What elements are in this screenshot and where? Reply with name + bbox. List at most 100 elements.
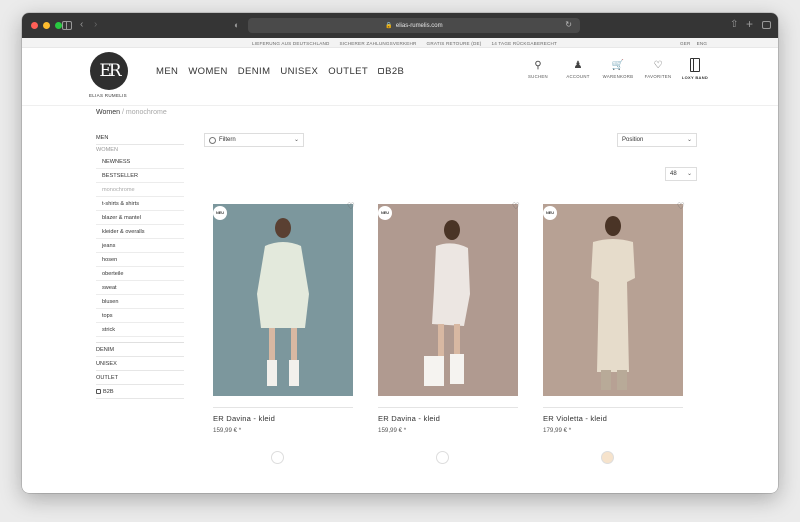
cat-newness[interactable]: NEWNESS	[96, 155, 184, 169]
cat-monochrome[interactable]: monochrome	[96, 183, 184, 197]
cat-outlet[interactable]: OUTLET	[96, 371, 184, 385]
model-photo	[543, 204, 683, 396]
cat-men[interactable]: MEN	[96, 131, 184, 145]
bag-icon	[96, 389, 101, 394]
product-image[interactable]: NEU	[378, 204, 518, 396]
color-swatch[interactable]	[271, 451, 284, 464]
sort-value: Position	[622, 137, 644, 143]
nav-b2b-label: B2B	[385, 66, 405, 77]
model-boot	[601, 370, 611, 390]
address-bar[interactable]: 🔒 elias-rumelis.com ↻	[248, 18, 580, 33]
product-name[interactable]: ER Violetta - kleid	[543, 414, 683, 423]
product-name[interactable]: ER Davina - kleid	[378, 414, 518, 423]
minimize-window-button[interactable]	[43, 22, 50, 29]
divider	[213, 407, 353, 408]
cat-jeans[interactable]: jeans	[96, 239, 184, 253]
loxy-label: LOXY BAND	[681, 75, 709, 80]
forward-icon[interactable]: ›	[94, 19, 97, 31]
close-window-button[interactable]	[31, 22, 38, 29]
search-button[interactable]: ⚲ SUCHEN	[518, 60, 558, 79]
product-image[interactable]: NEU	[543, 204, 683, 396]
model-photo	[213, 204, 353, 396]
divider	[543, 407, 683, 408]
nav-outlet[interactable]: OUTLET	[328, 66, 368, 77]
back-icon[interactable]: ‹	[80, 19, 83, 31]
cat-oberteile[interactable]: oberteile	[96, 267, 184, 281]
chevron-down-icon: ⌄	[686, 171, 692, 177]
brand-logo[interactable]: ER	[90, 52, 128, 90]
nav-denim[interactable]: DENIM	[238, 66, 271, 77]
account-label: ACCOUNT	[566, 74, 590, 79]
window-controls	[31, 22, 62, 29]
cat-bestseller[interactable]: BESTSELLER	[96, 169, 184, 183]
usp-delivery: LIEFERUNG AUS DEUTSCHLAND	[252, 40, 330, 46]
breadcrumb: Women / monochrome	[96, 109, 167, 116]
tab-overview-icon[interactable]	[762, 21, 771, 29]
account-button[interactable]: ♟ ACCOUNT	[558, 60, 598, 79]
breadcrumb-separator: /	[121, 109, 124, 116]
model-boot	[289, 360, 299, 386]
cat-b2b[interactable]: B2B	[96, 385, 184, 399]
cat-blusen[interactable]: blusen	[96, 295, 184, 309]
share-icon[interactable]: ⇧	[730, 19, 738, 31]
cat-kleider-overalls[interactable]: kleider & overalls	[96, 225, 184, 239]
wishlist-heart-icon[interactable]: ♡	[347, 201, 355, 212]
cat-hosen[interactable]: hosen	[96, 253, 184, 267]
filter-icon	[209, 136, 216, 144]
wishlist-heart-icon[interactable]: ♡	[512, 201, 520, 212]
color-swatch[interactable]	[601, 451, 614, 464]
search-label: SUCHEN	[528, 74, 548, 79]
wishlist-heart-icon[interactable]: ♡	[677, 201, 685, 212]
cat-denim[interactable]: DENIM	[96, 343, 184, 357]
new-tab-icon[interactable]: +	[746, 18, 753, 30]
cart-button[interactable]: 🛒 WARENKORB	[598, 60, 638, 79]
sidebar-toggle-icon[interactable]	[62, 21, 72, 30]
sort-select[interactable]: Position ⌄	[617, 133, 697, 147]
cart-label: WARENKORB	[602, 74, 634, 79]
cat-women[interactable]: WOMEN	[96, 145, 184, 155]
per-page-select[interactable]: 48 ⌄	[665, 167, 697, 181]
nav-men[interactable]: MEN	[156, 66, 178, 77]
cat-tshirts-shirts[interactable]: t-shirts & shirts	[96, 197, 184, 211]
product-name[interactable]: ER Davina - kleid	[213, 414, 353, 423]
cat-unisex[interactable]: UNISEX	[96, 357, 184, 371]
product-card[interactable]: NEU ♡ ER Davina - kleid 159,99 € *	[213, 201, 355, 464]
favorites-button[interactable]: ♡ FAVORITEN	[638, 60, 678, 79]
search-icon: ⚲	[534, 60, 542, 71]
product-image[interactable]: NEU	[213, 204, 353, 396]
product-card[interactable]: NEU ♡ ER Davina - kleid 159,99 € *	[378, 201, 520, 464]
model-head	[444, 220, 460, 240]
url-text: elias-rumelis.com	[395, 22, 443, 29]
lang-eng[interactable]: ENG	[697, 41, 708, 46]
nav-unisex[interactable]: UNISEX	[280, 66, 318, 77]
maximize-window-button[interactable]	[55, 22, 62, 29]
model-leg	[291, 328, 297, 364]
color-swatch[interactable]	[436, 451, 449, 464]
product-card[interactable]: NEU ♡ ER Violetta - kleid 179,99 € *	[543, 201, 685, 464]
reload-icon[interactable]: ↻	[565, 20, 572, 29]
book-icon	[690, 58, 700, 72]
lang-ger[interactable]: GER	[680, 41, 691, 46]
breadcrumb-current: monochrome	[125, 109, 167, 116]
model-boot	[424, 356, 444, 386]
brand-name: ELIAS RUMELIS	[89, 93, 127, 98]
nav-women[interactable]: WOMEN	[188, 66, 227, 77]
breadcrumb-women[interactable]: Women	[96, 109, 120, 116]
cat-strick[interactable]: strick	[96, 323, 184, 337]
filter-label: Filtern	[219, 137, 236, 143]
privacy-shield-icon[interactable]: ◐	[234, 19, 239, 31]
nav-b2b[interactable]: B2B	[378, 66, 404, 77]
loxy-band-link[interactable]: LOXY BAND	[680, 58, 710, 80]
cat-blazer-mantel[interactable]: blazer & mantel	[96, 211, 184, 225]
header-tools: ⚲ SUCHEN ♟ ACCOUNT 🛒 WARENKORB ♡ FAVORIT…	[518, 60, 678, 79]
usp-returns: GRATIS RETOURE (DE)	[426, 40, 482, 46]
product-price: 179,99 € *	[543, 427, 572, 434]
chevron-down-icon: ⌄	[686, 137, 692, 143]
model-leg	[269, 328, 275, 364]
cat-sweat[interactable]: sweat	[96, 281, 184, 295]
model-boot	[617, 370, 627, 390]
new-badge: NEU	[543, 206, 557, 220]
cat-tops[interactable]: tops	[96, 309, 184, 323]
filter-dropdown[interactable]: Filtern ⌄	[204, 133, 304, 147]
browser-window: ‹ › ◐ 🔒 elias-rumelis.com ↻ ⇧ + LIEFERUN…	[22, 13, 778, 493]
